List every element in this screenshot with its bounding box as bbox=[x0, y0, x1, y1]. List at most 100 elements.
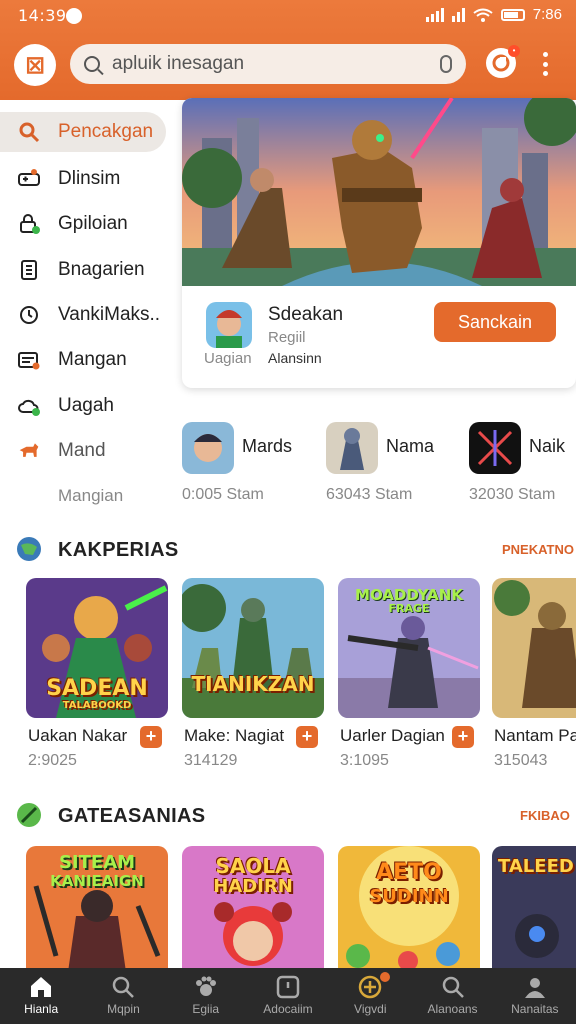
nav-item-label: Nanaitas bbox=[511, 1002, 559, 1016]
nav-item-discover[interactable]: Alanoans bbox=[411, 968, 493, 1024]
sidebar-item-label: Dlinsim bbox=[58, 168, 121, 189]
game-card-art-title: SADEAN bbox=[46, 676, 148, 701]
mini-app-2[interactable]: Naik 32030 Stam bbox=[469, 420, 576, 510]
nav-item-pets[interactable]: Egiia bbox=[165, 968, 247, 1024]
sidebar-item-3[interactable]: Bnagarien bbox=[0, 250, 176, 290]
square-icon bbox=[276, 975, 300, 999]
status-time: 14:39 bbox=[18, 6, 67, 25]
sidebar-item-label: Gpiloian bbox=[58, 213, 128, 234]
game-card-art-subtitle: FRAGE bbox=[388, 602, 430, 615]
search-bar[interactable]: apluik inesagan bbox=[70, 44, 466, 84]
cloud-icon bbox=[18, 395, 40, 417]
game-card-art-subtitle: HADIRN bbox=[213, 876, 293, 897]
game-card-art-title: AETO bbox=[376, 860, 442, 885]
game-card-image: TALEED bbox=[492, 846, 576, 968]
nav-item-home[interactable]: Hianla bbox=[0, 968, 82, 1024]
featured-meta: Alansinn bbox=[268, 350, 322, 366]
sidebar-item-7[interactable]: Mand bbox=[0, 431, 176, 471]
bottom-nav: Hianla Mqpin Egiia Adocaiim Vigvdi Alano… bbox=[0, 968, 576, 1024]
nav-item-apps[interactable]: Adocaiim bbox=[247, 968, 329, 1024]
game-card[interactable]: MOADDYANK FRAGE Uarler Dagian + 3:1095 bbox=[338, 578, 480, 778]
add-icon[interactable]: + bbox=[296, 726, 318, 748]
app-logo[interactable]: ⊠ bbox=[14, 44, 56, 86]
game-card-image: TIANIKZAN bbox=[182, 578, 324, 718]
more-menu-icon[interactable] bbox=[543, 52, 549, 76]
nav-item-games[interactable]: Vigvdi bbox=[329, 968, 411, 1024]
section-more-link[interactable]: PNEKATNO bbox=[502, 542, 574, 557]
mini-app-1[interactable]: Nama 63043 Stam bbox=[326, 420, 466, 510]
featured-title: Sdeakan bbox=[268, 304, 344, 325]
game-card[interactable]: TIANIKZAN Make: Nagiat + 314129 bbox=[182, 578, 324, 778]
document-icon bbox=[18, 259, 40, 281]
game-card-count: 2:9025 bbox=[28, 752, 77, 769]
home-icon bbox=[31, 977, 52, 997]
game-card[interactable]: SAOLA HADIRN bbox=[182, 846, 324, 968]
game-card-art-subtitle: SUDINN bbox=[369, 886, 449, 907]
nav-badge bbox=[380, 972, 391, 982]
game-card-image: AETO SUDINN bbox=[338, 846, 480, 968]
game-card-image: SITEAM KANIEAIGN bbox=[26, 846, 168, 968]
game-card-count: 314129 bbox=[184, 752, 238, 769]
signal-icon bbox=[425, 7, 444, 22]
sidebar: Pencakgan Dlinsim Gpiloian Bnagarien Van… bbox=[0, 100, 180, 520]
nav-item-label: Alanoans bbox=[427, 1002, 478, 1016]
sidebar-item-4[interactable]: VankiMaks.. bbox=[0, 295, 176, 335]
featured-action-button[interactable]: Sanckain bbox=[434, 302, 556, 342]
search-input[interactable]: apluik inesagan bbox=[112, 53, 440, 75]
search-icon bbox=[84, 56, 100, 72]
section-title: KAKPERIAS bbox=[58, 539, 179, 561]
search-icon bbox=[18, 121, 40, 143]
globe-icon bbox=[17, 537, 41, 561]
search-icon bbox=[442, 976, 464, 998]
wifi-icon bbox=[473, 8, 493, 22]
sidebar-item-label: VankiMaks.. bbox=[58, 304, 161, 325]
featured-subtitle: Regiil bbox=[268, 329, 306, 346]
add-icon[interactable]: + bbox=[140, 726, 162, 748]
nav-item-label: Mqpin bbox=[107, 1002, 140, 1016]
mini-app-name: Naik bbox=[529, 436, 566, 456]
game-card-count: 3:1095 bbox=[340, 752, 389, 769]
lock-icon bbox=[18, 213, 40, 235]
game-card-name: Uarler Dagian bbox=[340, 726, 445, 745]
game-card[interactable]: AETO SUDINN bbox=[338, 846, 480, 968]
sidebar-item-5[interactable]: Mangan bbox=[0, 340, 176, 380]
mini-app-name: Mards bbox=[242, 436, 293, 456]
game-card-name: Make: Nagiat bbox=[184, 726, 285, 745]
account-icon bbox=[492, 54, 510, 72]
status-right: 7:86 bbox=[425, 6, 562, 23]
game-card[interactable]: Nantam Par 315043 bbox=[492, 578, 576, 778]
mic-icon[interactable] bbox=[440, 55, 452, 73]
card-icon bbox=[18, 349, 40, 371]
game-card[interactable]: SADEAN TALABOOKD Uakan Nakar + 2:9025 bbox=[26, 578, 168, 778]
sidebar-item-6[interactable]: Uagah bbox=[0, 386, 176, 426]
sidebar-item-label: Bnagarien bbox=[58, 259, 145, 280]
game-card-name: Uakan Nakar bbox=[28, 726, 128, 745]
game-card-art-title: SITEAM bbox=[58, 852, 136, 873]
mini-app-0[interactable]: Mards 0:005 Stam bbox=[182, 420, 322, 510]
profile-icon bbox=[524, 978, 545, 998]
sidebar-item-1[interactable]: Dlinsim bbox=[0, 159, 176, 199]
sidebar-item-label: Uagah bbox=[58, 395, 114, 416]
featured-thumbnail bbox=[206, 302, 252, 348]
mini-app-thumbnail bbox=[469, 422, 521, 474]
mini-app-count: 32030 Stam bbox=[469, 486, 556, 503]
nav-item-label: Adocaiim bbox=[263, 1002, 313, 1016]
game-card[interactable]: SITEAM KANIEAIGN bbox=[26, 846, 168, 968]
mini-app-thumbnail bbox=[182, 422, 234, 474]
mini-app-name: Nama bbox=[386, 436, 435, 456]
mini-app-thumbnail bbox=[326, 422, 378, 474]
nav-item-profile[interactable]: Nanaitas bbox=[494, 968, 576, 1024]
mini-app-count: 0:005 Stam bbox=[182, 486, 264, 503]
sidebar-item-2[interactable]: Gpiloian bbox=[0, 204, 176, 244]
game-card-image bbox=[492, 578, 576, 718]
section-more-link[interactable]: FKIBAO bbox=[520, 808, 570, 823]
game-card[interactable]: TALEED bbox=[492, 846, 576, 968]
sidebar-item-label: Mangan bbox=[58, 349, 127, 370]
section-title: GATEASANIAS bbox=[58, 805, 206, 827]
game-card-image: SAOLA HADIRN bbox=[182, 846, 324, 968]
sidebar-item-0[interactable]: Pencakgan bbox=[0, 112, 166, 152]
nav-item-search[interactable]: Mqpin bbox=[82, 968, 164, 1024]
featured-card[interactable]: Sdeakan Regiil Uagian Alansinn Sanckain bbox=[182, 98, 576, 388]
game-card-art-subtitle: TALABOOKD bbox=[62, 700, 132, 711]
add-icon[interactable]: + bbox=[452, 726, 474, 748]
